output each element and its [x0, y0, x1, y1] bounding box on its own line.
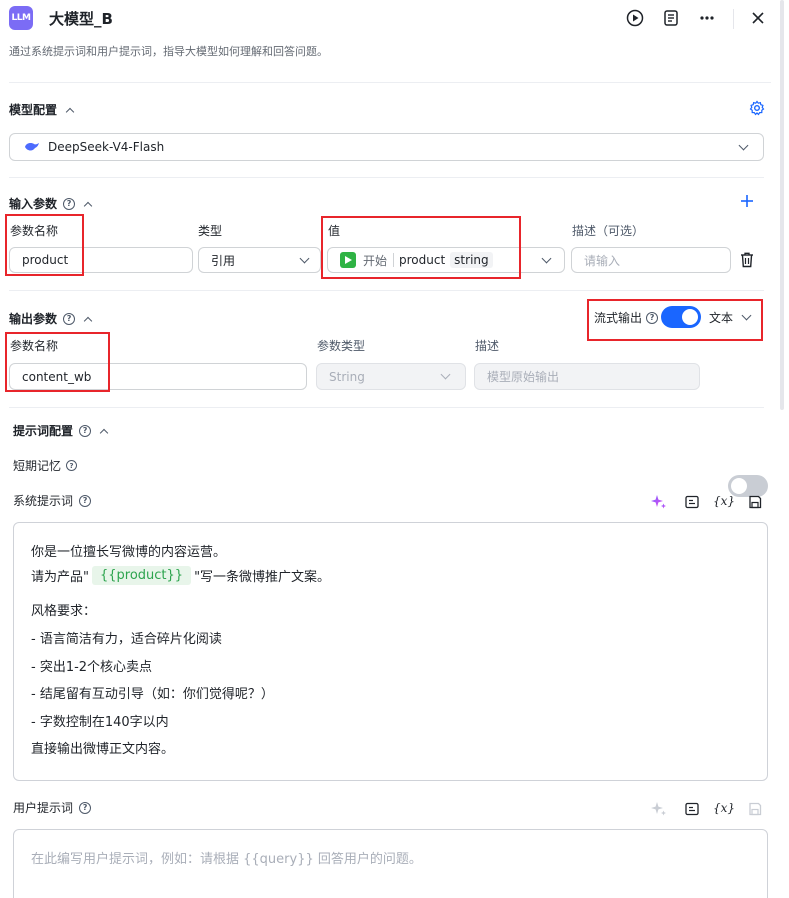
prompt-config-header[interactable]: 提示词配置 ?	[13, 422, 109, 439]
model-config-title: 模型配置	[9, 103, 58, 117]
llm-logo: LLM	[9, 6, 33, 30]
help-icon[interactable]: ?	[79, 494, 92, 507]
input-params-header[interactable]: 输入参数 ?	[9, 195, 93, 212]
model-select[interactable]: DeepSeek-V4-Flash	[9, 133, 764, 161]
prompt-line: 风格要求：	[31, 604, 97, 619]
deepseek-whale-icon	[24, 141, 40, 153]
insert-variable-icon[interactable]: {x}	[713, 492, 735, 510]
input-params-title: 输入参数	[9, 197, 58, 211]
delete-icon[interactable]	[740, 252, 754, 271]
help-icon[interactable]: ?	[63, 312, 76, 325]
user-prompt-editor[interactable]: 在此编写用户提示词，例如：请根据 {{query}} 回答用户的问题。	[13, 829, 768, 898]
prompt-line: - 字数控制在140字以内	[31, 715, 169, 730]
help-icon[interactable]: ?	[66, 460, 78, 471]
param-type-select[interactable]: 引用	[198, 247, 321, 273]
col-desc: 描述	[475, 339, 500, 353]
save-icon	[746, 800, 764, 818]
output-desc-value: 模型原始输出	[487, 370, 560, 384]
short-memory-label: 短期记忆	[13, 459, 62, 473]
node-title[interactable]: 大模型_B	[49, 8, 113, 29]
prompt-line: 你是一位擅长写微博的内容运营。	[31, 545, 227, 560]
prompt-line: - 突出1-2个核心卖点	[31, 660, 153, 675]
ai-optimize-icon	[650, 800, 668, 818]
param-desc-placeholder: 请输入	[584, 253, 621, 268]
help-icon[interactable]: ?	[79, 801, 92, 814]
add-param-icon[interactable]	[740, 194, 754, 211]
system-prompt-header: 系统提示词 ?	[13, 492, 92, 509]
template-icon[interactable]	[683, 493, 701, 511]
template-icon[interactable]	[683, 800, 701, 818]
divider	[9, 177, 764, 178]
highlight-box	[321, 216, 521, 279]
divider	[9, 290, 764, 291]
highlight-box	[587, 299, 763, 341]
highlight-box	[5, 332, 110, 392]
prompt-text: 请为产品"	[31, 570, 89, 585]
user-prompt-header: 用户提示词 ?	[13, 799, 92, 816]
output-params-title: 输出参数	[9, 312, 58, 326]
run-icon[interactable]	[624, 7, 646, 29]
divider	[9, 407, 764, 408]
help-icon[interactable]: ?	[63, 197, 76, 210]
short-memory-row: 短期记忆 ?	[13, 457, 78, 474]
param-type-value: 引用	[211, 253, 236, 268]
prompt-line: - 结尾留有互动引导（如：你们觉得呢？）	[31, 687, 274, 702]
help-icon[interactable]: ?	[79, 424, 92, 437]
model-config-header[interactable]: 模型配置	[9, 101, 75, 118]
variable-chip[interactable]: {{product}}	[91, 566, 192, 585]
prompt-text: "写一条微博推广文案。	[194, 570, 331, 585]
output-type-select: String	[316, 363, 466, 390]
collapse-icon[interactable]	[65, 107, 75, 116]
save-icon[interactable]	[746, 493, 764, 511]
user-prompt-label: 用户提示词	[13, 801, 74, 815]
prompt-line: 直接输出微博正文内容。	[31, 742, 175, 757]
system-prompt-label: 系统提示词	[13, 494, 74, 508]
divider	[9, 82, 771, 83]
chevron-down-icon	[299, 253, 310, 263]
collapse-icon[interactable]	[99, 428, 109, 437]
chevron-down-icon	[738, 140, 749, 150]
param-desc-input[interactable]: 请输入	[571, 247, 731, 273]
insert-variable-icon[interactable]: {x}	[713, 799, 735, 817]
ai-optimize-icon[interactable]	[650, 493, 668, 511]
collapse-icon[interactable]	[83, 201, 93, 210]
highlight-box	[5, 214, 84, 276]
system-prompt-editor[interactable]: 你是一位擅长写微博的内容运营。 请为产品" {{product}} "写一条微博…	[13, 522, 768, 781]
output-params-header[interactable]: 输出参数 ?	[9, 310, 93, 327]
more-icon[interactable]	[696, 7, 718, 29]
col-desc: 描述（可选）	[572, 224, 645, 238]
selected-model-label: DeepSeek-V4-Flash	[48, 140, 165, 154]
scrollbar[interactable]	[780, 0, 784, 410]
settings-icon[interactable]	[749, 100, 765, 119]
prompt-line: 请为产品" {{product}} "写一条微博推广文案。	[31, 566, 330, 585]
collapse-icon[interactable]	[83, 316, 93, 325]
user-prompt-placeholder: 在此编写用户提示词，例如：请根据 {{query}} 回答用户的问题。	[31, 852, 422, 867]
prompt-config-title: 提示词配置	[13, 424, 74, 438]
prompt-line: - 语言简洁有力，适合碎片化阅读	[31, 632, 222, 647]
col-type: 类型	[198, 224, 223, 238]
output-type-value: String	[329, 369, 365, 384]
output-desc-input: 模型原始输出	[474, 363, 700, 390]
header-divider	[733, 9, 734, 29]
log-icon[interactable]	[660, 7, 682, 29]
chevron-down-icon	[440, 369, 451, 380]
chevron-down-icon	[541, 253, 552, 263]
close-icon[interactable]	[747, 7, 769, 29]
col-param-type: 参数类型	[317, 339, 366, 353]
node-description: 通过系统提示词和用户提示词，指导大模型如何理解和回答问题。	[9, 45, 328, 58]
